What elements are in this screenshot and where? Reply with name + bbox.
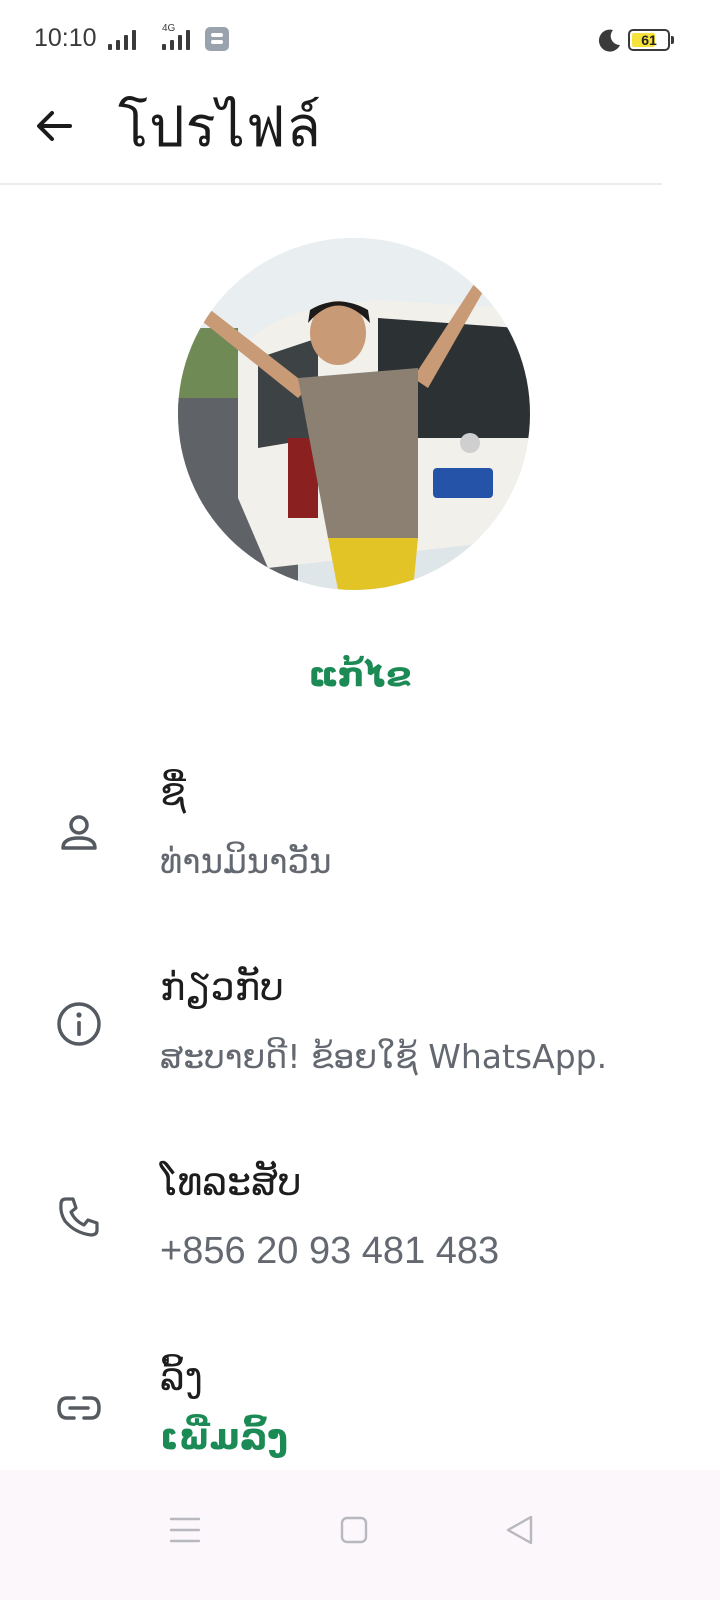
home-nav-button[interactable] <box>324 1500 384 1560</box>
name-value: ທ່ານມິນາວັນ <box>160 842 332 882</box>
link-icon <box>52 1381 106 1435</box>
cellular-signal-icon <box>162 28 196 50</box>
do-not-disturb-moon-icon <box>598 29 620 52</box>
phone-icon <box>52 1190 106 1244</box>
profile-photo-image <box>178 238 530 590</box>
back-triangle-icon <box>506 1515 533 1545</box>
about-value: ສະບາຍດີ! ຂ້ອຍໃຊ້ WhatsApp. <box>160 1037 608 1076</box>
system-navigation-bar <box>0 1470 720 1600</box>
about-row[interactable]: ກ່ຽວກັບ ສະບາຍດີ! ຂ້ອຍໃຊ້ WhatsApp. <box>0 965 720 1105</box>
menu-nav-button[interactable] <box>155 1500 215 1560</box>
profile-screen: 10:10 4G 61 โปรไฟล์ ແກ້ໄຂ ຊື່ ທ່ານມິນາວັ… <box>0 0 720 1600</box>
profile-photo[interactable] <box>178 238 530 590</box>
page-title: โปรไฟล์ <box>118 95 322 160</box>
info-icon <box>52 997 106 1051</box>
notification-app-icon <box>205 27 229 51</box>
phone-row[interactable]: ໂທລະສັບ +856 20 93 481 483 <box>0 1160 720 1300</box>
battery-icon: 61 <box>628 29 674 51</box>
status-time: 10:10 <box>34 24 97 52</box>
back-button[interactable] <box>26 98 82 154</box>
arrow-left-icon <box>37 111 72 141</box>
name-label: ຊື່ <box>160 770 186 814</box>
wifi-signal-icon <box>108 28 142 50</box>
person-icon <box>52 806 106 860</box>
add-link-button[interactable]: ເພີ່ມລິ້ງ <box>160 1417 288 1458</box>
battery-percent: 61 <box>641 32 657 48</box>
links-row[interactable]: ລິ້ງ ເພີ່ມລິ້ງ <box>0 1355 720 1465</box>
name-row[interactable]: ຊື່ ທ່ານມິນາວັນ <box>0 770 720 910</box>
status-bar: 10:10 4G 61 <box>0 0 720 80</box>
header-divider <box>0 183 662 185</box>
links-label: ລິ້ງ <box>160 1355 204 1399</box>
app-header: โปรไฟล์ <box>0 80 720 184</box>
edit-photo-link[interactable]: ແກ້ໄຂ <box>0 655 720 695</box>
about-label: ກ່ຽວກັບ <box>160 965 284 1009</box>
phone-value: +856 20 93 481 483 <box>160 1230 500 1272</box>
back-nav-button[interactable] <box>490 1500 550 1560</box>
phone-label: ໂທລະສັບ <box>160 1160 302 1204</box>
home-square-icon <box>340 1516 368 1544</box>
menu-icon <box>169 1517 201 1543</box>
